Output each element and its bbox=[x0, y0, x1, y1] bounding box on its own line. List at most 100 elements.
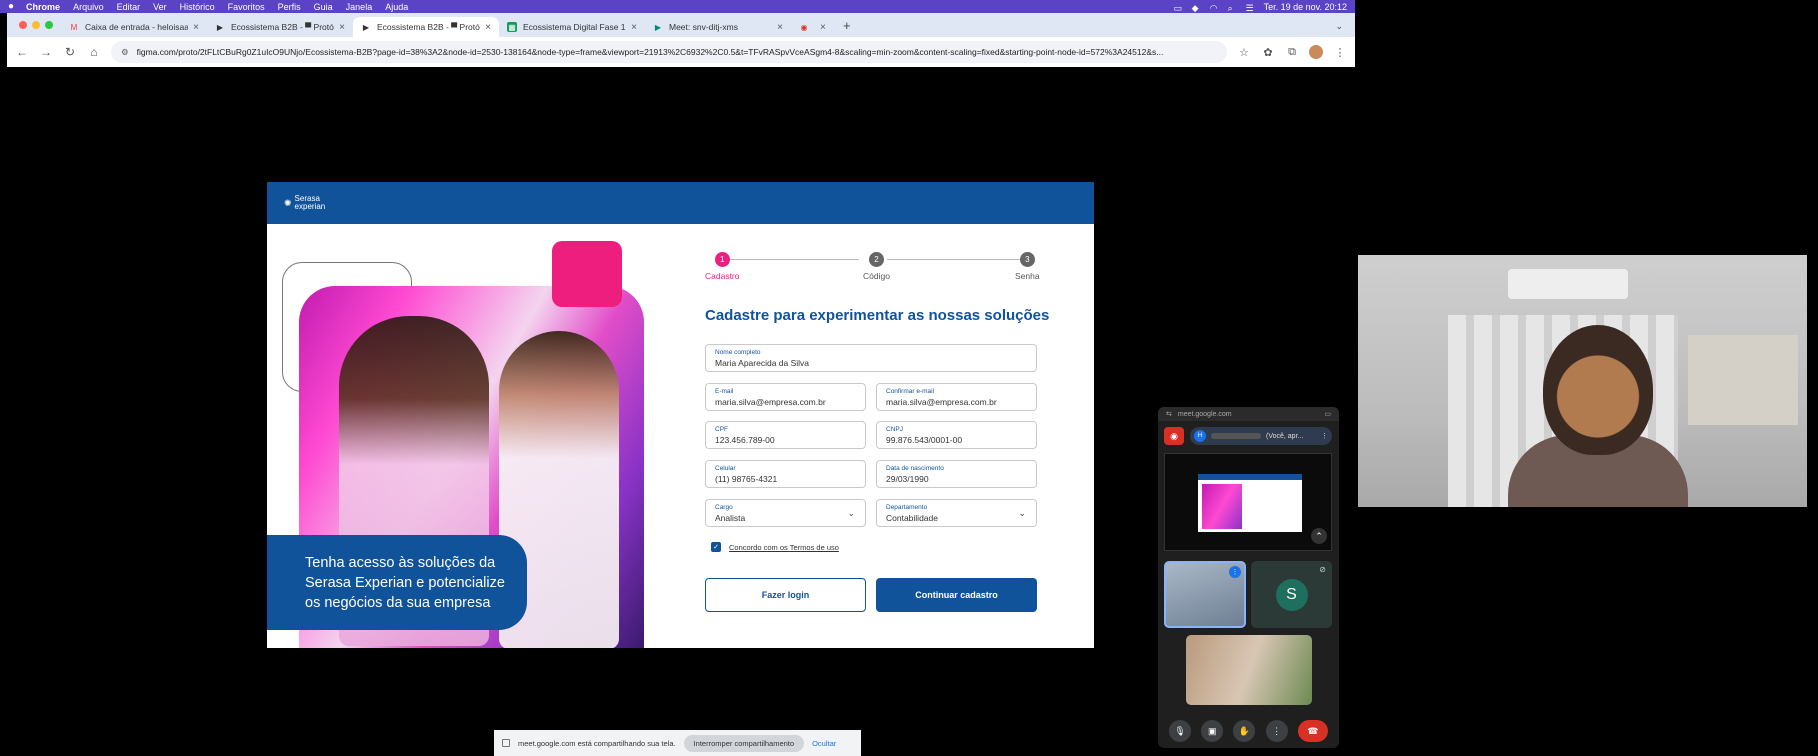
meet-pip-window: ⇆ meet.google.com ▭ ◉ H (Você, apr... ⋮ … bbox=[1158, 407, 1339, 748]
tab-gmail[interactable]: M Caixa de entrada - heloisaan × bbox=[61, 17, 207, 37]
more-options-icon[interactable]: ⋮ bbox=[1265, 720, 1288, 742]
menu-perfis[interactable]: Perfis bbox=[278, 2, 301, 12]
hero-message: Tenha acesso às soluções da Serasa Exper… bbox=[267, 535, 527, 630]
raise-hand-icon[interactable]: ✋ bbox=[1233, 720, 1256, 742]
menu-favoritos[interactable]: Favoritos bbox=[228, 2, 265, 12]
signup-form: 1 Cadastro 2 Código 3 Senha Cadastre par… bbox=[705, 224, 1075, 648]
wifi-icon[interactable]: ◠ bbox=[1210, 3, 1219, 13]
mic-icon[interactable]: 🎙 bbox=[1169, 720, 1192, 742]
menu-app[interactable]: Chrome bbox=[26, 2, 60, 12]
tab-figma-2[interactable]: ▶ Ecossistema B2B - ▀ Protó × bbox=[353, 17, 499, 37]
control-center-icon[interactable]: ☰ bbox=[1246, 3, 1255, 13]
chrome-window: M Caixa de entrada - heloisaan × ▶ Ecoss… bbox=[7, 13, 1355, 67]
field-value: 99.876.543/0001-00 bbox=[886, 435, 963, 445]
tab-sheets[interactable]: ▦ Ecossistema Digital Fase 1 - P × bbox=[499, 17, 645, 37]
tab-recording[interactable]: ◉ × bbox=[791, 17, 837, 37]
clock[interactable]: Ter. 19 de nov. 20:12 bbox=[1264, 2, 1347, 12]
new-tab-button[interactable]: + bbox=[843, 18, 851, 33]
hero-section: Tenha acesso às soluções da Serasa Exper… bbox=[267, 224, 647, 648]
cnpj-field[interactable]: CNPJ 99.876.543/0001-00 bbox=[876, 421, 1037, 449]
tab-meet[interactable]: ▶ Meet: snv-ditj-xms × bbox=[645, 17, 791, 37]
terms-checkbox[interactable]: ✓ bbox=[711, 542, 721, 552]
cargo-select[interactable]: Cargo Analista ⌄ bbox=[705, 499, 866, 527]
logo-line2: experian bbox=[294, 202, 326, 211]
menu-historico[interactable]: Histórico bbox=[180, 2, 215, 12]
step-circle: 3 bbox=[1019, 252, 1035, 267]
apple-icon[interactable]: ● bbox=[8, 1, 14, 12]
dropbox-icon[interactable]: ◆ bbox=[1192, 3, 1201, 13]
puzzle-icon[interactable]: ⧉ bbox=[1285, 46, 1299, 59]
reload-icon[interactable]: ↻ bbox=[63, 45, 77, 59]
continue-button[interactable]: Continuar cadastro bbox=[876, 578, 1037, 612]
camera-icon[interactable]: ▣ bbox=[1201, 720, 1224, 742]
stepper-line bbox=[887, 259, 1033, 260]
terms-link[interactable]: Concordo com os Termos de uso bbox=[729, 543, 839, 552]
back-icon[interactable]: ← bbox=[15, 45, 29, 59]
close-icon[interactable]: × bbox=[631, 22, 637, 33]
site-info-icon[interactable]: ⚙ bbox=[121, 47, 129, 58]
menu-guia[interactable]: Guia bbox=[314, 2, 333, 12]
login-button[interactable]: Fazer login bbox=[705, 578, 866, 612]
forward-icon[interactable]: → bbox=[39, 45, 53, 59]
participant-tile-self[interactable]: ⋮ bbox=[1164, 561, 1246, 628]
close-icon[interactable]: × bbox=[339, 22, 345, 33]
more-icon[interactable]: ⋮ bbox=[1321, 432, 1328, 440]
shared-screen-preview: ⌃ bbox=[1164, 453, 1332, 551]
email-field[interactable]: E-mail maria.silva@empresa.com.br bbox=[705, 383, 866, 411]
nome-field[interactable]: Nome completo Maria Aparecida da Silva bbox=[705, 344, 1037, 372]
search-icon[interactable]: ⌕ bbox=[1228, 3, 1237, 13]
bookmark-star-icon[interactable]: ☆ bbox=[1237, 46, 1251, 59]
field-value: maria.silva@empresa.com.br bbox=[715, 397, 826, 407]
logo-dots-icon: ✺ bbox=[284, 198, 292, 208]
home-icon[interactable]: ⌂ bbox=[87, 45, 101, 59]
more-icon[interactable]: ⋮ bbox=[1333, 46, 1347, 59]
extension-icon[interactable]: ✿ bbox=[1261, 46, 1275, 59]
frame-header: ✺ Serasa experian bbox=[267, 182, 1094, 224]
celular-field[interactable]: Celular (11) 98765-4321 bbox=[705, 460, 866, 488]
profile-avatar[interactable] bbox=[1309, 45, 1323, 59]
departamento-select[interactable]: Departamento Contabilidade ⌄ bbox=[876, 499, 1037, 527]
minimize-window-button[interactable] bbox=[32, 21, 40, 29]
stop-sharing-button[interactable]: Interromper compartilhamento bbox=[683, 734, 805, 752]
presenter-name-blurred bbox=[1211, 433, 1261, 439]
end-call-button[interactable]: ☎ bbox=[1297, 720, 1328, 742]
step-label: Senha bbox=[1015, 271, 1040, 281]
field-label: Celular bbox=[715, 465, 736, 472]
hide-button[interactable]: Ocultar bbox=[812, 739, 836, 748]
close-icon[interactable]: × bbox=[820, 22, 826, 33]
cpf-field[interactable]: CPF 123.456.789-00 bbox=[705, 421, 866, 449]
menu-janela[interactable]: Janela bbox=[346, 2, 373, 12]
pin-icon[interactable]: ⌃ bbox=[1311, 528, 1327, 544]
recording-icon[interactable]: ◉ bbox=[1164, 427, 1184, 445]
close-icon[interactable]: × bbox=[485, 22, 491, 33]
step-circle: 1 bbox=[714, 252, 730, 267]
zoom-window-button[interactable] bbox=[45, 21, 53, 29]
tab-title: Ecossistema Digital Fase 1 - P bbox=[523, 22, 626, 32]
step-cadastro: 1 Cadastro bbox=[705, 252, 740, 281]
menu-ver[interactable]: Ver bbox=[153, 2, 167, 12]
menu-ajuda[interactable]: Ajuda bbox=[385, 2, 408, 12]
tab-figma-1[interactable]: ▶ Ecossistema B2B - ▀ Protó × bbox=[207, 17, 353, 37]
meet-host: meet.google.com bbox=[1177, 410, 1232, 418]
menu-editar[interactable]: Editar bbox=[117, 2, 141, 12]
close-window-button[interactable] bbox=[19, 21, 27, 29]
nascimento-field[interactable]: Data de nascimento 29/03/1990 bbox=[876, 460, 1037, 488]
air-conditioner bbox=[1508, 269, 1628, 299]
shelf bbox=[1688, 335, 1798, 425]
close-icon[interactable]: × bbox=[193, 22, 199, 33]
close-icon[interactable]: × bbox=[777, 22, 783, 33]
menu-arquivo[interactable]: Arquivo bbox=[73, 2, 104, 12]
participant-tile-3[interactable] bbox=[1186, 635, 1312, 705]
browser-toolbar: ← → ↻ ⌂ ⚙ figma.com/proto/2tFLtCBuRg0Z1u… bbox=[7, 37, 1355, 67]
pip-return-icon[interactable]: ▭ bbox=[1324, 410, 1331, 418]
field-value: Contabilidade bbox=[886, 513, 938, 523]
presenter-chip[interactable]: H (Você, apr... ⋮ bbox=[1190, 427, 1332, 445]
screen-share-icon[interactable]: ▭ bbox=[1174, 3, 1183, 13]
confirm-email-field[interactable]: Confirmar e-mail maria.silva@empresa.com… bbox=[876, 383, 1037, 411]
meet-link-icon: ⇆ bbox=[1166, 411, 1172, 418]
field-value: 29/03/1990 bbox=[886, 474, 929, 484]
speaking-icon: ⋮ bbox=[1229, 566, 1241, 578]
address-bar[interactable]: ⚙ figma.com/proto/2tFLtCBuRg0Z1uIcO9UNjo… bbox=[111, 41, 1227, 63]
participant-tile-s[interactable]: S ⊘ bbox=[1251, 561, 1332, 628]
tab-search-icon[interactable]: ⌄ bbox=[1335, 21, 1343, 32]
